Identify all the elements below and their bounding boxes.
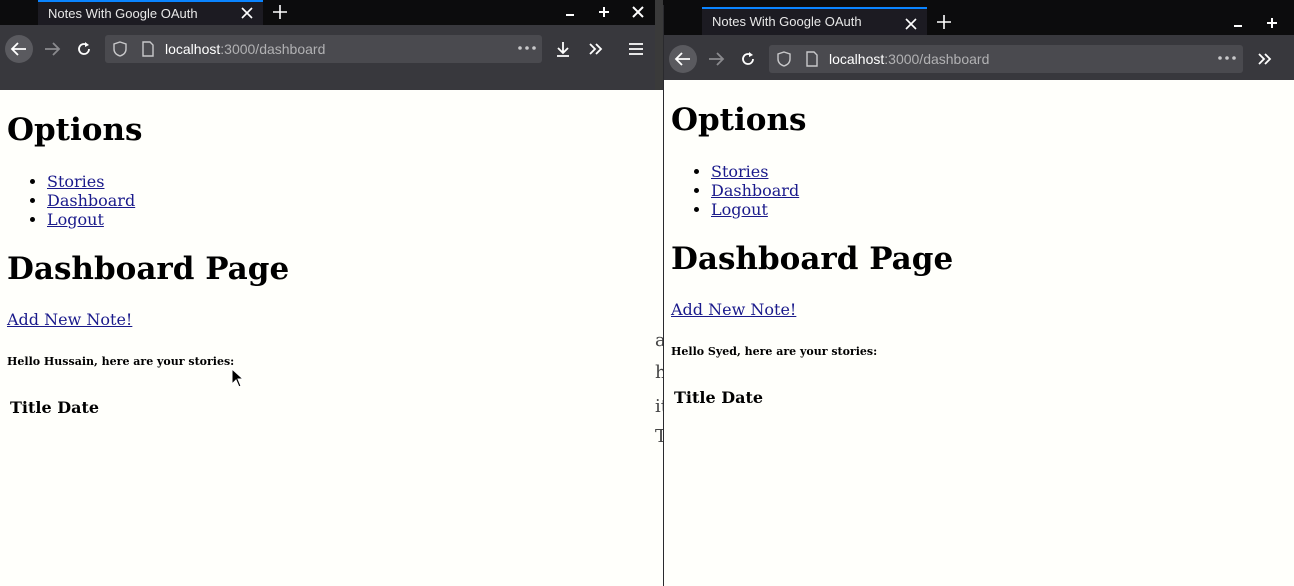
mouse-cursor-icon (231, 367, 245, 393)
options-heading: Options (7, 112, 143, 148)
strip-char: a (655, 330, 663, 351)
overflow-chevrons-icon[interactable] (1251, 45, 1279, 73)
title-column-header[interactable]: Title (10, 398, 52, 417)
greeting-text: Hello Syed, here are your stories: (671, 345, 878, 358)
dashboard-heading: Dashboard Page (671, 241, 954, 277)
nav-item-logout: Logout (47, 210, 135, 229)
tab-notes[interactable]: Notes With Google OAuth (38, 0, 263, 25)
page-icon (141, 41, 155, 60)
tab-title: Notes With Google OAuth (712, 14, 862, 29)
stories-link[interactable]: Stories (47, 172, 104, 191)
maximize-icon[interactable] (1265, 16, 1279, 30)
logout-link[interactable]: Logout (47, 210, 104, 229)
page-content: Options Stories Dashboard Logout Dashboa… (664, 80, 1294, 586)
tab-bar: Notes With Google OAuth (664, 5, 1294, 35)
close-icon[interactable] (239, 5, 255, 21)
plus-icon[interactable] (271, 3, 289, 21)
browser-window-right: Notes With Google OAuth localhost:3000/d… (663, 5, 1294, 586)
shield-icon[interactable] (777, 51, 791, 70)
strip-char: T (655, 426, 663, 447)
stories-table-header: Title Date (10, 398, 99, 417)
tab-title: Notes With Google OAuth (48, 6, 198, 21)
dashboard-link[interactable]: Dashboard (47, 191, 135, 210)
maximize-icon[interactable] (597, 5, 611, 19)
download-icon[interactable] (549, 35, 577, 63)
add-note-link[interactable]: Add New Note! (7, 310, 132, 329)
stories-link[interactable]: Stories (711, 162, 768, 181)
reload-icon[interactable] (734, 45, 762, 73)
url-text: localhost:3000/dashboard (829, 51, 990, 67)
title-column-header[interactable]: Title (674, 388, 716, 407)
background-window-strip: a h it T (655, 90, 663, 586)
minimize-icon[interactable] (563, 5, 577, 19)
nav-item-stories: Stories (47, 172, 135, 191)
minimize-icon[interactable] (1231, 16, 1245, 30)
more-dots-icon[interactable] (517, 39, 537, 58)
menu-icon[interactable] (622, 35, 650, 63)
close-icon[interactable] (903, 15, 919, 31)
url-text: localhost:3000/dashboard (165, 41, 326, 57)
nav-item-dashboard: Dashboard (47, 191, 135, 210)
options-heading: Options (671, 102, 807, 138)
forward-arrow-icon[interactable] (702, 45, 730, 73)
reload-icon[interactable] (70, 35, 98, 63)
page-content: Options Stories Dashboard Logout Dashboa… (0, 90, 655, 586)
dashboard-link[interactable]: Dashboard (711, 181, 799, 200)
strip-char: it (655, 396, 663, 417)
options-nav: Stories Dashboard Logout (7, 172, 135, 229)
strip-char: h (655, 362, 663, 383)
greeting-text: Hello Hussain, here are your stories: (7, 355, 235, 368)
nav-toolbar: localhost:3000/dashboard (664, 35, 1294, 80)
stories-table-header: Title Date (674, 388, 763, 407)
tab-notes[interactable]: Notes With Google OAuth (702, 7, 927, 35)
page-icon (805, 51, 819, 70)
date-column-header[interactable]: Date (721, 388, 763, 407)
overflow-chevrons-icon[interactable] (582, 35, 610, 63)
shield-icon[interactable] (113, 41, 127, 60)
nav-item-dashboard: Dashboard (711, 181, 799, 200)
tab-bar: Notes With Google OAuth (0, 0, 655, 25)
back-arrow-icon[interactable] (669, 45, 697, 73)
nav-item-logout: Logout (711, 200, 799, 219)
browser-window-left: Notes With Google OAuth localhost:3000/d… (0, 0, 655, 586)
nav-item-stories: Stories (711, 162, 799, 181)
options-nav: Stories Dashboard Logout (671, 162, 799, 219)
logout-link[interactable]: Logout (711, 200, 768, 219)
url-bar[interactable]: localhost:3000/dashboard (769, 45, 1243, 73)
dashboard-heading: Dashboard Page (7, 251, 290, 287)
plus-icon[interactable] (935, 13, 953, 31)
date-column-header[interactable]: Date (57, 398, 99, 417)
url-bar[interactable]: localhost:3000/dashboard (105, 35, 542, 63)
back-arrow-icon[interactable] (5, 35, 33, 63)
forward-arrow-icon[interactable] (38, 35, 66, 63)
more-dots-icon[interactable] (1217, 49, 1237, 68)
close-icon[interactable] (631, 5, 645, 19)
nav-toolbar: localhost:3000/dashboard (0, 25, 655, 90)
add-note-link[interactable]: Add New Note! (671, 300, 796, 319)
